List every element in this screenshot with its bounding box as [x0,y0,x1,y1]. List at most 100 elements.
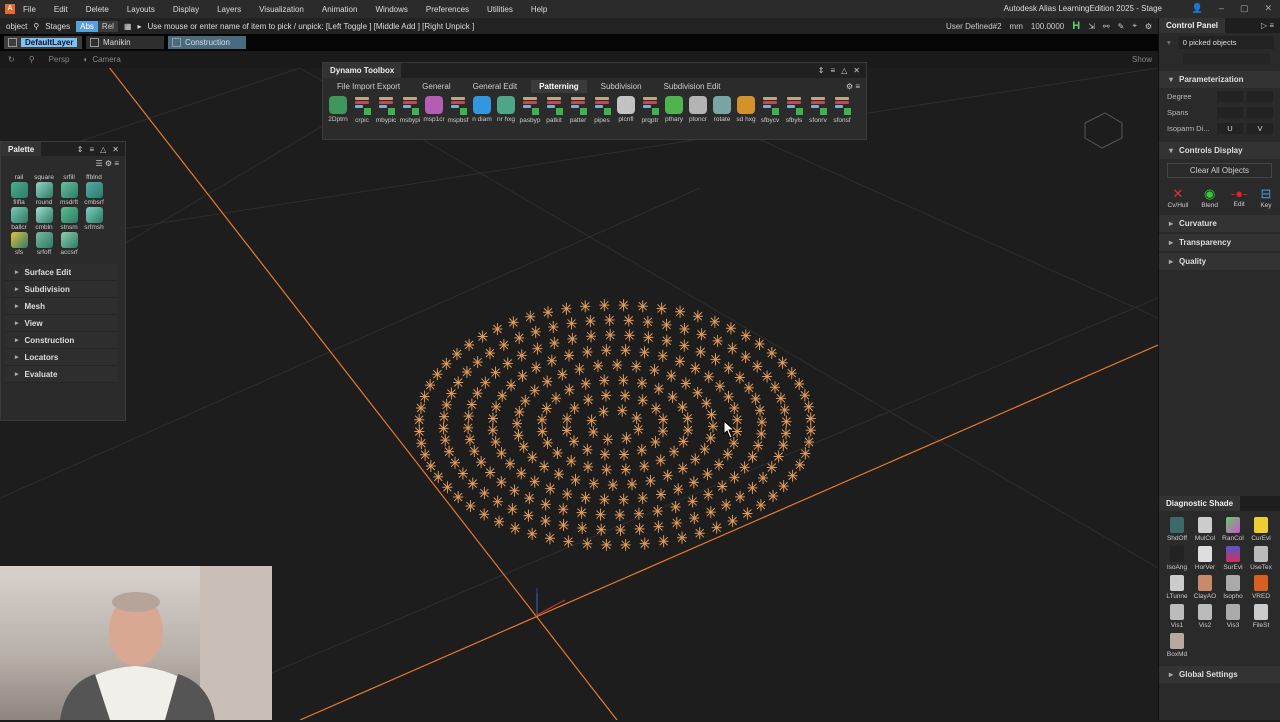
palette-section-evaluate[interactable]: Evaluate [5,366,117,383]
close-icon[interactable]: ✕ [853,66,860,75]
palette-tool-msdrft[interactable]: msdrft [57,182,81,206]
diag-vis1[interactable]: Vis1 [1163,604,1191,629]
palette-tool-rail[interactable]: rail [7,174,31,181]
section-parameterization[interactable]: Parameterization [1159,71,1280,88]
section-curvature[interactable]: Curvature [1159,215,1280,232]
palette-section-mesh[interactable]: Mesh [5,298,117,315]
layer-visibility-checkbox[interactable] [90,38,99,47]
palette-tool-ballcr[interactable]: ballcr [7,207,31,231]
settings-icon[interactable]: ⚙ ≡ [846,82,860,91]
tolerance[interactable]: 100.0000 [1031,22,1064,31]
settings-icon[interactable]: ⚙ [105,159,112,168]
picked-objects[interactable]: 0 picked objects [1178,35,1274,49]
diag-isopho[interactable]: Isopho [1219,575,1247,600]
menu-file[interactable]: File [23,5,36,14]
palette-tool-cmbln[interactable]: cmbln [32,207,56,231]
collapse-icon[interactable]: △ [841,66,847,75]
spans-v-field[interactable] [1247,106,1273,118]
section-quality[interactable]: Quality [1159,253,1280,270]
tab-subdivision-edit[interactable]: Subdivision Edit [656,80,729,93]
menu-layers[interactable]: Layers [217,5,241,14]
collapse-icon[interactable]: △ [100,145,106,154]
layer-default[interactable]: DefaultLayer [4,36,82,49]
diag-clayao[interactable]: ClayAO [1191,575,1219,600]
tool-pipes[interactable]: pipes [590,96,614,124]
tool-mbypic[interactable]: mbypic [374,96,398,124]
link-icon[interactable]: ⚯ [1103,22,1110,31]
menu-visualization[interactable]: Visualization [259,5,304,14]
tool-crpic[interactable]: crpic [350,96,374,124]
tool-msbypi[interactable]: msbypi [398,96,422,124]
diag-horver[interactable]: HorVer [1191,546,1219,571]
tool-n-diam[interactable]: n diam [470,96,494,124]
section-global-settings[interactable]: Global Settings [1159,666,1280,683]
clear-all-objects-button[interactable]: Clear All Objects [1167,163,1272,178]
menu-utilities[interactable]: Utilities [487,5,513,14]
tab-general[interactable]: General [414,80,458,93]
palette-tool-round[interactable]: round [32,182,56,206]
tool-patter[interactable]: patter [566,96,590,124]
palette-tool-srfill[interactable]: srfill [57,174,81,181]
palette-tool-accsrf[interactable]: accsrf [57,232,81,256]
tab-general-edit[interactable]: General Edit [465,80,525,93]
minimize-icon[interactable]: – [1219,3,1224,14]
cv-hull-button[interactable]: ✕ Cv/Hull [1167,186,1188,209]
tab-subdivision[interactable]: Subdivision [593,80,650,93]
palette-tool-filfla[interactable]: filfla [7,182,31,206]
layer-construction[interactable]: Construction [168,36,246,49]
tool-sfbycv[interactable]: sfbycv [758,96,782,124]
menu-icon[interactable]: ≡ [89,145,94,154]
tool-sd-hxg[interactable]: sd hxg [734,96,758,124]
play-icon[interactable]: ▸ [138,22,142,31]
pin-icon[interactable]: ⇕ [77,145,84,154]
key-button[interactable]: ⊟ Key [1260,186,1271,209]
palette-tool-sfs[interactable]: sfs [7,232,31,256]
panel-menu-icon[interactable]: ▷ ≡ [1255,18,1280,33]
diag-boxmd[interactable]: BoxMd [1163,633,1191,658]
diag-surevl[interactable]: SurEvl [1219,546,1247,571]
prompt-line[interactable]: Use mouse or enter name of item to pick … [148,22,475,31]
tool-patkit[interactable]: patkit [542,96,566,124]
tool-2Dptrn[interactable]: 2Dptrn [326,96,350,124]
section-controls-display[interactable]: Controls Display [1159,142,1280,159]
user-icon[interactable]: 👤 [1192,3,1203,14]
show-button[interactable]: Show [1132,55,1152,64]
pick-icon[interactable]: ⌖ [1132,21,1137,31]
tool-plcnfl[interactable]: plcnfl [614,96,638,124]
tool-nr-hxg[interactable]: nr hxg [494,96,518,124]
layer-manikin[interactable]: Manikin [86,36,164,49]
menu-windows[interactable]: Windows [375,5,407,14]
tool-mspbsf[interactable]: mspbsf [446,96,470,124]
diag-mulcol[interactable]: MulCol [1191,517,1219,542]
grid-icon[interactable]: ▦ [124,22,132,31]
palette-tool-square[interactable]: square [32,174,56,181]
palette-tool-stnsm[interactable]: stnsm [57,207,81,231]
menu-icon[interactable]: ≡ [830,66,835,75]
menu-icon[interactable]: ≡ [114,159,119,168]
pin-icon[interactable]: ✎ [1118,22,1125,31]
palette-section-surface-edit[interactable]: Surface Edit [5,264,117,281]
layer-visibility-checkbox[interactable] [8,38,17,47]
camera-label[interactable]: Camera [92,55,120,64]
palette-section-construction[interactable]: Construction [5,332,117,349]
palette-tool-ffblnd[interactable]: ffblnd [82,174,106,181]
palette-tool-srfmsh[interactable]: srfmsh [82,207,106,231]
degree-v-field[interactable] [1247,90,1273,102]
stages-button[interactable]: Stages [45,22,70,31]
palette-tool-srfoff[interactable]: srfoff [32,232,56,256]
menu-delete[interactable]: Delete [86,5,109,14]
pin-icon[interactable]: ⇕ [818,66,825,75]
diag-vis3[interactable]: Vis3 [1219,604,1247,629]
diag-ltunne[interactable]: LTunne [1163,575,1191,600]
tool-ptoncr[interactable]: ptoncr [686,96,710,124]
expand-icon[interactable]: ▾ [1167,38,1171,47]
isoparm-v-button[interactable]: V [1247,122,1273,134]
tool-sfonsf[interactable]: sfonsf [830,96,854,124]
tab-patterning[interactable]: Patterning [531,79,587,93]
blend-button[interactable]: ◉ Blend [1201,186,1218,209]
layer-visibility-checkbox[interactable] [172,38,181,47]
abs-toggle[interactable]: Abs [76,20,98,32]
pick-object-button[interactable]: object [6,22,27,31]
menu-preferences[interactable]: Preferences [426,5,469,14]
tool-msp1cr[interactable]: msp1cr [422,96,446,124]
